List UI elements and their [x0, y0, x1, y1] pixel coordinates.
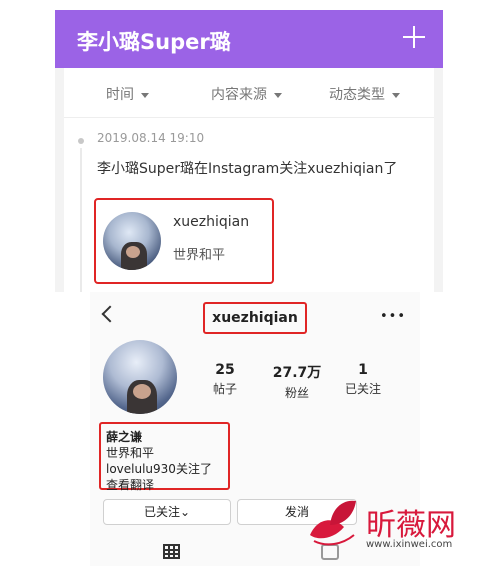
- profile-bio-text: 世界和平: [106, 446, 155, 460]
- filter-bar: 时间 内容来源 动态类型: [64, 68, 434, 118]
- stat-posts[interactable]: 25 帖子: [190, 362, 260, 397]
- filter-type[interactable]: 动态类型: [329, 84, 400, 104]
- avatar: [103, 212, 161, 270]
- watermark-url: www.ixinwei.com: [366, 539, 453, 550]
- following-button[interactable]: 已关注⌄: [103, 499, 231, 525]
- watermark-text: 昕薇网: [366, 508, 456, 543]
- feed-text: 李小璐Super璐在Instagram关注xuezhiqian了: [97, 161, 398, 177]
- grid-icon[interactable]: [163, 544, 180, 559]
- followed-user-name: xuezhiqian: [173, 214, 250, 230]
- stat-following[interactable]: 1 已关注: [328, 362, 398, 397]
- profile-handle: xuezhiqian: [212, 310, 298, 326]
- filter-source[interactable]: 内容来源: [211, 84, 282, 104]
- filter-time[interactable]: 时间: [106, 84, 149, 104]
- followed-by-text[interactable]: lovelulu930关注了: [106, 460, 212, 477]
- timeline-dot: [78, 138, 84, 144]
- caret-down-icon: [392, 92, 400, 98]
- watermark-logo: [310, 500, 356, 546]
- add-icon[interactable]: [403, 26, 425, 48]
- profile-bio: 薛之谦 世界和平 lovelulu930关注了 查看翻译: [99, 422, 230, 493]
- caret-down-icon: [141, 92, 149, 98]
- followed-user-card[interactable]: xuezhiqian 世界和平: [94, 198, 274, 284]
- app-bar: 李小璐Super璐: [55, 10, 443, 68]
- back-icon[interactable]: [101, 305, 119, 323]
- timeline-line: [80, 148, 82, 292]
- app-title: 李小璐Super璐: [77, 30, 231, 54]
- feed-timestamp: 2019.08.14 19:10: [97, 131, 205, 145]
- see-translation-link[interactable]: 查看翻译: [106, 476, 154, 493]
- feed-card: 时间 内容来源 动态类型 2019.08.14 19:10 李小璐Super璐在…: [64, 68, 434, 292]
- profile-handle-box: xuezhiqian: [203, 302, 307, 334]
- stat-followers[interactable]: 27.7万 粉丝: [262, 362, 332, 401]
- profile-avatar[interactable]: [103, 340, 177, 414]
- profile-name: 薛之谦: [106, 430, 143, 444]
- followed-user-bio: 世界和平: [173, 248, 226, 263]
- feed-screenshot: 李小璐Super璐 时间 内容来源 动态类型 2019.08.14 19:10 …: [55, 10, 443, 292]
- caret-down-icon: [274, 92, 282, 98]
- more-icon[interactable]: •••: [380, 309, 406, 324]
